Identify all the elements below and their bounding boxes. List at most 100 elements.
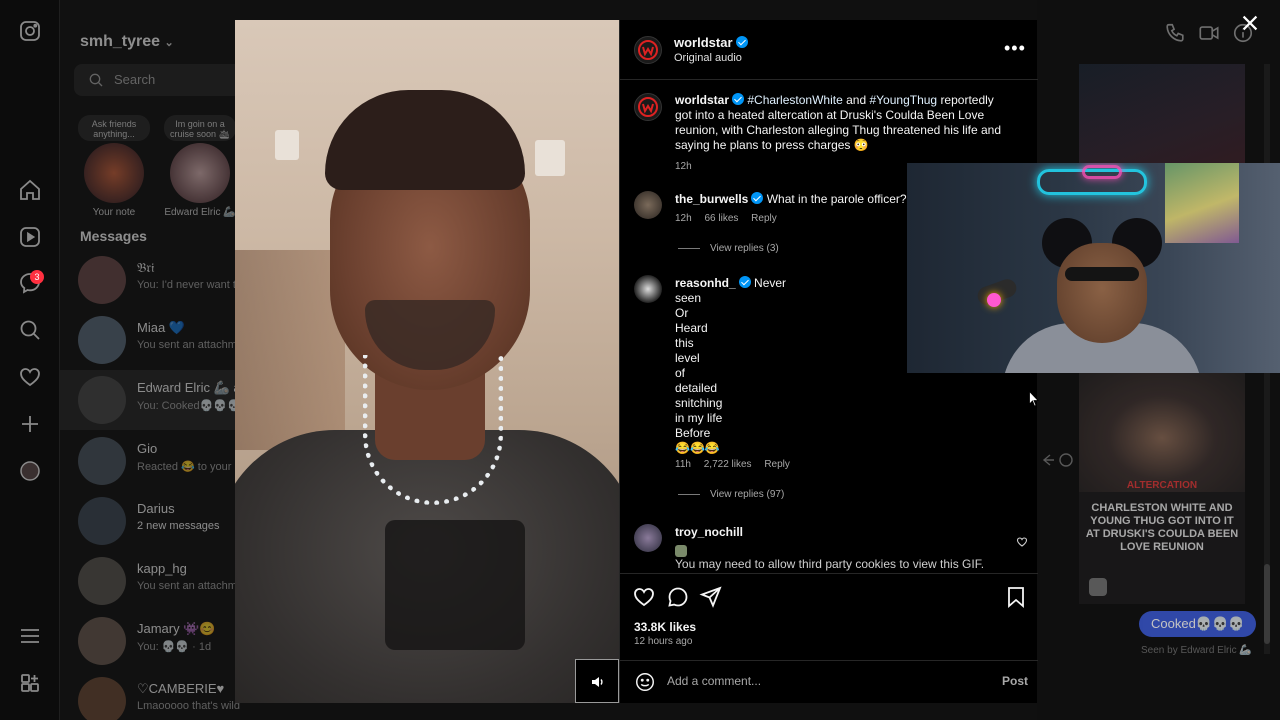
note-label: Edward Elric 🦾 (164, 207, 236, 218)
dm-search-input[interactable]: Search (74, 64, 240, 96)
avatar[interactable] (634, 191, 662, 219)
worldstar-logo-mark (638, 97, 658, 117)
close-icon[interactable] (1239, 12, 1261, 34)
post-comment-button[interactable]: Post (1002, 674, 1028, 688)
list-item[interactable]: Jamary 👾😊 You: 💀💀 · 1d (60, 611, 240, 671)
thread-name: Jamary 👾😊 (137, 621, 216, 636)
reply-react-icons[interactable] (1040, 450, 1076, 470)
like-icon[interactable] (632, 585, 656, 609)
post-video[interactable] (235, 20, 619, 703)
thread-preview: Lmaooooo that's wild · 1w (137, 700, 240, 712)
create-icon[interactable] (18, 412, 42, 436)
post-author[interactable]: worldstar (674, 35, 748, 50)
thread-preview: You sent an attachme (137, 580, 240, 592)
comment-likes[interactable]: 2,722 likes (704, 459, 752, 470)
likes-count[interactable]: 33.8K likes (634, 620, 696, 634)
dm-list: smh_tyree ⌄ Search Ask friends anything.… (60, 0, 240, 720)
dm-username[interactable]: smh_tyree ⌄ (80, 33, 174, 51)
profile-icon[interactable] (18, 459, 42, 483)
list-item[interactable]: Edward Elric 🦾 and You: Cooked💀💀💀 (60, 370, 240, 430)
comment-user[interactable]: troy_nochill (675, 525, 743, 539)
nav-rail: 3 (0, 0, 60, 720)
reply-button[interactable]: Reply (764, 459, 790, 470)
shared-post-card[interactable]: ALTERCATION CHARLESTON WHITE AND YOUNG T… (1079, 372, 1245, 604)
comment-icon[interactable] (666, 585, 690, 609)
hashtag-link[interactable]: #CharlestonWhite (747, 93, 842, 107)
caption-user[interactable]: worldstar (675, 93, 729, 107)
comment-line: Before (675, 426, 711, 440)
comment-user[interactable]: the_burwells (675, 192, 748, 206)
mouse-cursor-icon (1029, 390, 1039, 407)
share-icon[interactable] (699, 585, 723, 609)
like-comment-icon[interactable] (1016, 536, 1028, 548)
reply-button[interactable]: Reply (751, 213, 777, 224)
post-actions: 33.8K likes 12 hours ago (620, 573, 1038, 647)
comment-meta: 12h 66 likes Reply (675, 213, 787, 224)
list-item[interactable]: 𝔅𝔯𝔦 You: I'd never want to (60, 250, 240, 310)
avatar (78, 437, 126, 485)
note-item[interactable]: Im goin on a cruise soon 🛳 Edward Elric … (164, 115, 236, 218)
comment-likes[interactable]: 66 likes (704, 213, 738, 224)
note-item[interactable]: Ask friends anything... Your note (78, 115, 150, 218)
shared-image[interactable] (1079, 64, 1245, 164)
comment-body: What in the parole officer? (766, 192, 907, 206)
video-call-icon[interactable] (1198, 22, 1220, 44)
streamer-face (1057, 243, 1147, 343)
instagram-icon[interactable] (18, 19, 42, 43)
phone-icon[interactable] (1164, 22, 1186, 44)
list-item[interactable]: kapp_hg You sent an attachme (60, 551, 240, 611)
caption-conjunction: and (846, 93, 867, 107)
shared-post-photo (1079, 372, 1245, 492)
hashtag-link[interactable]: #YoungThug (869, 93, 937, 107)
comment-input[interactable]: Add a comment... (667, 674, 761, 688)
audio-label[interactable]: Original audio (674, 52, 742, 64)
mute-button[interactable] (575, 659, 619, 703)
save-icon[interactable] (1004, 585, 1028, 609)
webcam-overlay (907, 163, 1280, 373)
thread-preview: You: I'd never want to (137, 279, 240, 291)
caption-time: 12h (675, 161, 692, 172)
more-options-icon[interactable]: ••• (1004, 38, 1028, 58)
comment-user[interactable]: reasonhd_ (675, 276, 736, 290)
avatar (78, 677, 126, 720)
heart-icon[interactable] (18, 365, 42, 389)
scrollbar-thumb[interactable] (1264, 564, 1270, 644)
avatar (78, 316, 126, 364)
thread-name: Darius (137, 501, 175, 516)
thread-preview: You: Cooked💀💀💀 (137, 400, 240, 412)
list-item[interactable]: Gio Reacted 😂 to your m (60, 431, 240, 491)
avatar[interactable] (634, 524, 662, 552)
comment-text: troy_nochill You may need to allow third… (675, 525, 1005, 572)
list-item[interactable]: Darius 2 new messages (60, 491, 240, 551)
worldstar-logo[interactable] (634, 93, 662, 121)
post-time: 12 hours ago (634, 636, 693, 647)
search-icon[interactable] (18, 318, 42, 342)
view-replies-button[interactable]: View replies (97) (678, 489, 784, 500)
note-bubble: Ask friends anything... (78, 115, 150, 141)
search-icon (89, 73, 103, 87)
view-replies-button[interactable]: View replies (3) (678, 243, 779, 254)
menu-icon[interactable] (18, 624, 42, 648)
home-icon[interactable] (18, 178, 42, 202)
neon-sign (1082, 165, 1122, 179)
apps-icon[interactable] (18, 671, 42, 695)
thread-preview: 2 new messages (137, 520, 220, 532)
comment-time: 12h (675, 213, 692, 224)
verified-icon (738, 276, 751, 288)
avatar (78, 617, 126, 665)
avatar[interactable] (634, 275, 662, 303)
worldstar-logo[interactable] (634, 36, 662, 64)
comment-word: Never (754, 276, 787, 290)
emoji-icon[interactable] (634, 671, 656, 693)
gif-icon (675, 545, 687, 557)
reels-icon[interactable] (18, 225, 42, 249)
message-bubble[interactable]: Cooked💀💀💀 (1139, 611, 1257, 637)
list-item[interactable]: ♡CAMBERIE♥ Lmaooooo that's wild · 1w (60, 671, 240, 720)
thread-name: Edward Elric 🦾 and (137, 380, 240, 395)
verified-icon (735, 36, 748, 48)
note-label: Your note (92, 207, 136, 218)
list-item[interactable]: Miaa 💙 You sent an attachme (60, 310, 240, 370)
comment-line: snitching (675, 396, 723, 410)
card-headline: CHARLESTON WHITE AND YOUNG THUG GOT INTO… (1085, 502, 1239, 553)
video-outlet (535, 140, 565, 176)
